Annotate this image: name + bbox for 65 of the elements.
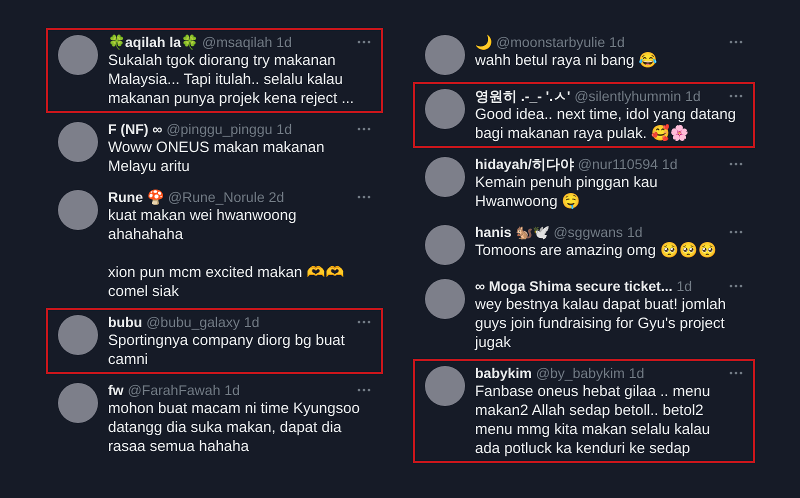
more-options-icon[interactable] — [357, 195, 371, 199]
avatar-photo-placeholder[interactable] — [425, 366, 465, 406]
display-name[interactable]: fw — [108, 381, 124, 399]
reply-text: mohon buat macam ni time Kyungsoo datangg dia suka makan, dapat dia rasaa semua hahaha — [108, 399, 361, 456]
more-options-icon[interactable] — [729, 284, 743, 288]
reply-text: Sukalah tgok diorang try makanan Malaysia... Tapi itulah.. selalu kalau makanan punya projek kena reject ... — [108, 51, 355, 108]
reply-text: Fanbase oneus hebat gilaa .. menu makan2 Allah sedap betoll.. betol2 menu mmg kita makan selalu kalau ada potluck ka kenduri ke sedap — [475, 382, 712, 458]
user-handle[interactable]: @bubu_galaxy — [146, 313, 240, 331]
avatar-photo-placeholder[interactable] — [58, 190, 98, 230]
display-name[interactable]: 영원히 .-_- '.ㅅ' — [475, 87, 570, 105]
avatar-photo-placeholder[interactable] — [425, 157, 465, 197]
timestamp: 1d — [276, 33, 292, 51]
avatar-photo-placeholder[interactable] — [425, 89, 465, 129]
user-handle[interactable]: @msaqilah — [202, 33, 272, 51]
avatar-photo-placeholder[interactable] — [58, 35, 98, 75]
timestamp: 1d — [276, 120, 292, 138]
timestamp: 1d — [244, 313, 260, 331]
timestamp: 1d — [676, 277, 692, 295]
more-options-icon[interactable] — [729, 371, 743, 375]
avatar-photo-placeholder[interactable] — [58, 315, 98, 355]
display-name[interactable]: Rune 🍄 — [108, 188, 164, 206]
user-handle[interactable]: @silentlyhummin — [574, 87, 682, 105]
reply-text: Tomoons are amazing omg 🥺🥺🥺 — [475, 241, 718, 260]
timestamp: 2d — [268, 188, 284, 206]
timestamp: 1d — [662, 155, 678, 173]
more-options-icon[interactable] — [357, 388, 371, 392]
display-name[interactable]: hanis 🐿🕊 — [475, 223, 550, 241]
reply-text: Good idea.. next time, idol yang datang bagi makanan raya pulak. 🥰🌸 — [475, 105, 737, 143]
avatar-photo-placeholder[interactable] — [58, 122, 98, 162]
user-handle[interactable]: @nur110594 — [578, 155, 658, 173]
display-name[interactable]: F (NF) ∞ — [108, 120, 162, 138]
reply-text: wahh betul raya ni bang 😂 — [475, 51, 658, 70]
avatar-photo-placeholder[interactable] — [425, 35, 465, 75]
user-handle[interactable]: @sggwans — [553, 223, 623, 241]
display-name[interactable]: babykim — [475, 364, 532, 382]
reply-text: kuat makan wei hwanwoong ahahahaha xion pun mcm excited makan 🫶🫶 comel siak — [108, 206, 346, 301]
more-options-icon[interactable] — [357, 320, 371, 324]
display-name[interactable]: ∞ Moga Shima secure ticket... — [475, 277, 672, 295]
user-handle[interactable]: @by_babykim — [536, 364, 625, 382]
user-handle[interactable]: @pinggu_pinggu — [166, 120, 272, 138]
avatar-photo-placeholder[interactable] — [425, 225, 465, 265]
reply-text: Woww ONEUS makan makanan Melayu aritu — [108, 138, 326, 176]
user-handle[interactable]: @moonstarbyulie — [496, 33, 606, 51]
display-name[interactable]: 🍀aqilah la🍀 — [108, 33, 198, 51]
avatar-photo-placeholder[interactable] — [58, 383, 98, 423]
more-options-icon[interactable] — [729, 162, 743, 166]
timestamp: 1d — [224, 381, 240, 399]
timestamp: 1d — [609, 33, 625, 51]
user-handle[interactable]: @FarahFawah — [128, 381, 220, 399]
user-handle[interactable]: @Rune_Norule — [168, 188, 265, 206]
more-options-icon[interactable] — [357, 127, 371, 131]
more-options-icon[interactable] — [357, 40, 371, 44]
reply-text: Sportingnya company diorg bg buat camni — [108, 331, 346, 369]
more-options-icon[interactable] — [729, 94, 743, 98]
reply-text: Kemain penuh pinggan kau Hwanwoong 🤤 — [475, 173, 659, 211]
timestamp: 1d — [685, 87, 701, 105]
timestamp: 1d — [628, 364, 644, 382]
display-name[interactable]: bubu — [108, 313, 142, 331]
more-options-icon[interactable] — [729, 40, 743, 44]
display-name[interactable]: hidayah/히다야 — [475, 155, 574, 173]
timestamp: 1d — [626, 223, 643, 241]
display-name[interactable]: 🌙 — [475, 33, 492, 51]
more-options-icon[interactable] — [729, 230, 743, 234]
reply-text: wey bestnya kalau dapat buat! jomlah guys join fundraising for Gyu's project jugak — [475, 295, 727, 352]
avatar-photo-placeholder[interactable] — [425, 279, 465, 319]
